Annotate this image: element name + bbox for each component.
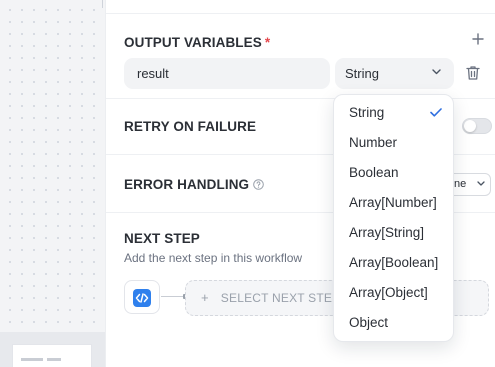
next-step-heading: NEXT STEP: [124, 231, 200, 246]
minimap-viewport[interactable]: [12, 344, 92, 367]
checkmark-icon: [430, 108, 442, 117]
toggle-knob: [464, 120, 476, 132]
current-node-icon: [124, 280, 160, 314]
minimap-node: [47, 358, 61, 361]
add-variable-button[interactable]: [470, 31, 486, 47]
next-step-description: Add the next step in this workflow: [124, 251, 303, 265]
trash-icon[interactable]: [466, 65, 480, 81]
required-marker: *: [264, 35, 271, 50]
type-option-object[interactable]: Object: [334, 308, 455, 338]
help-circle-icon[interactable]: [253, 179, 264, 190]
retry-toggle[interactable]: [462, 118, 492, 134]
output-variables-heading: OUTPUT VARIABLES *: [124, 35, 271, 50]
type-option-string[interactable]: String: [334, 98, 455, 128]
type-option-array-boolean[interactable]: Array[Boolean]: [334, 248, 455, 278]
chevron-down-icon: [432, 69, 441, 75]
variable-type-value: String: [345, 66, 379, 81]
retry-on-failure-heading: RETRY ON FAILURE: [124, 119, 257, 134]
section-divider: [106, 13, 495, 14]
chevron-down-icon: [477, 181, 485, 186]
plus-icon: +: [201, 290, 209, 305]
type-option-number[interactable]: Number: [334, 128, 455, 158]
workflow-canvas[interactable]: [0, 0, 105, 367]
type-option-array-number[interactable]: Array[Number]: [334, 188, 455, 218]
minimap-node: [21, 358, 43, 361]
variable-type-select[interactable]: String: [335, 58, 454, 89]
error-handling-heading: ERROR HANDLING: [124, 177, 264, 192]
error-handling-value: ne: [454, 178, 467, 190]
type-option-boolean[interactable]: Boolean: [334, 158, 455, 188]
variable-type-dropdown: String Number Boolean Array[Number] Arra…: [333, 94, 454, 342]
minimap[interactable]: [0, 332, 105, 367]
type-option-array-string[interactable]: Array[String]: [334, 218, 455, 248]
type-option-array-object[interactable]: Array[Object]: [334, 278, 455, 308]
plus-icon: [472, 33, 484, 45]
variable-name-input[interactable]: result: [124, 58, 330, 89]
select-next-step-label: SELECT NEXT STEP: [220, 291, 341, 305]
code-icon: [133, 289, 151, 307]
connector-line: [161, 296, 185, 297]
canvas-divider: [102, 0, 103, 8]
